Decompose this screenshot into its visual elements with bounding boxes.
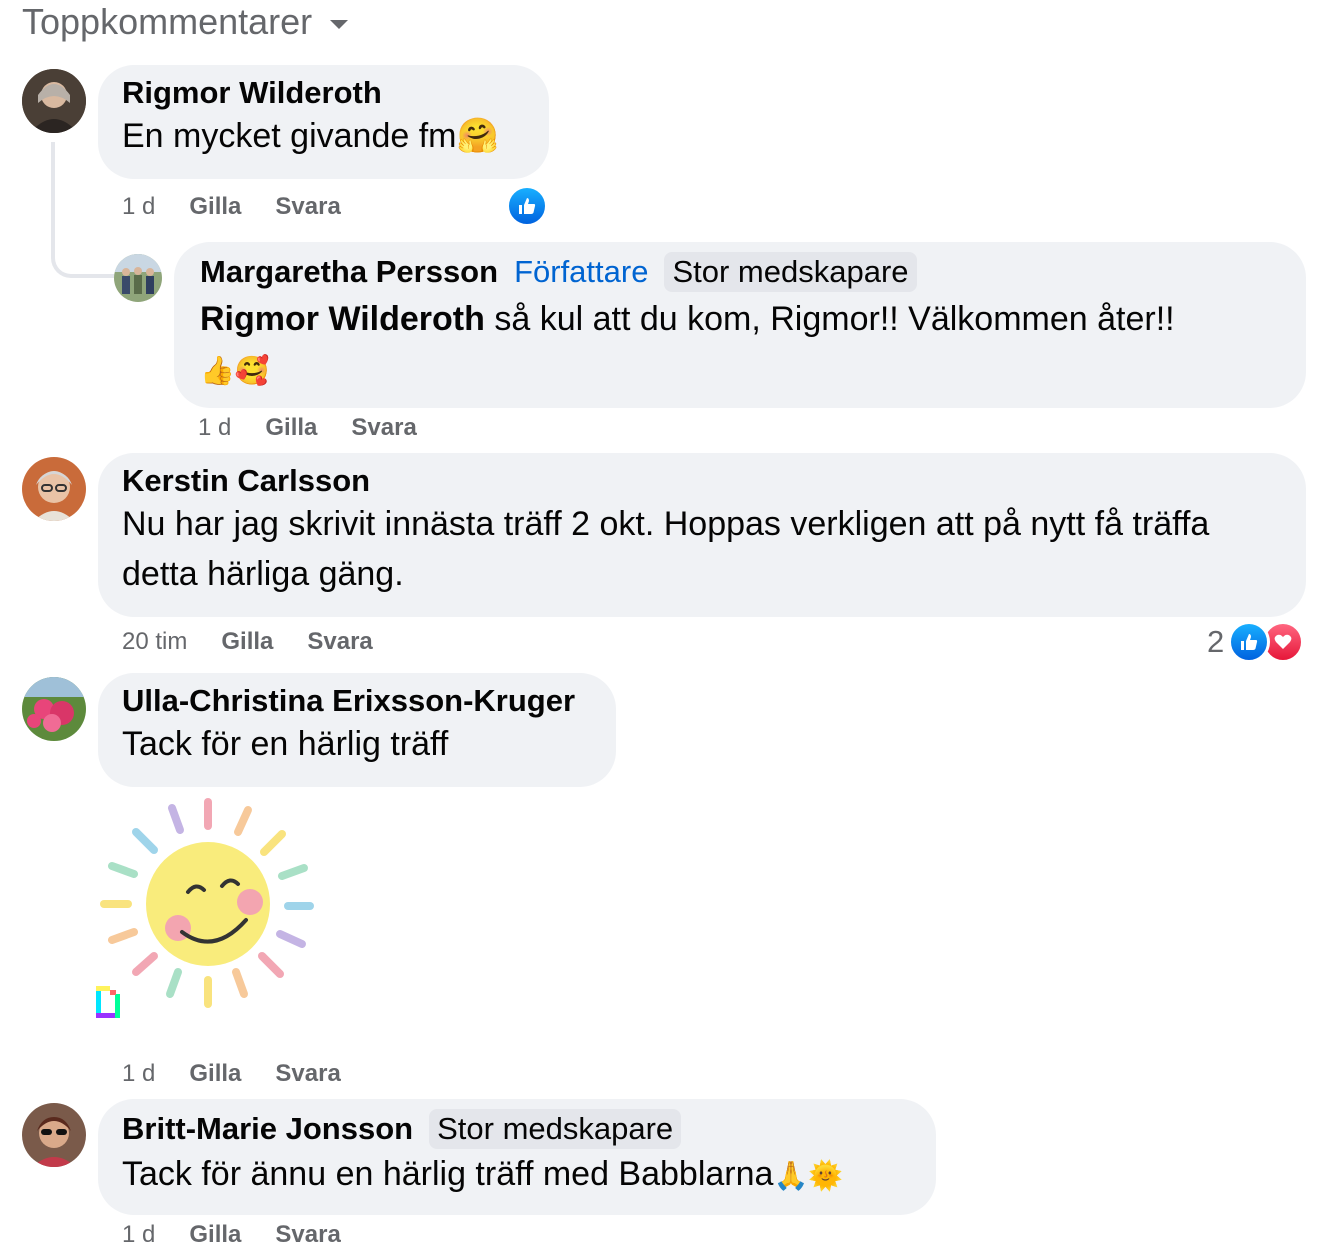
- pray-sun-emoji-icon: 🙏🌞: [773, 1160, 844, 1191]
- comment-bubble: Ulla-Christina Erixsson-Kruger Tack för …: [98, 673, 616, 787]
- like-button[interactable]: Gilla: [221, 628, 273, 656]
- timestamp[interactable]: 1 d: [122, 1060, 155, 1088]
- avatar[interactable]: [22, 69, 86, 133]
- comment-text: Tack för ännu en härlig träff med Babbla…: [122, 1155, 844, 1193]
- like-button[interactable]: Gilla: [265, 414, 317, 442]
- like-button[interactable]: Gilla: [189, 1221, 241, 1249]
- sort-dropdown[interactable]: Toppkommentarer: [22, 0, 349, 44]
- author-name[interactable]: Kerstin Carlsson: [122, 463, 1282, 499]
- timestamp[interactable]: 1 d: [122, 193, 155, 221]
- author-name[interactable]: Rigmor Wilderoth: [122, 75, 525, 111]
- like-reaction-icon[interactable]: [506, 185, 548, 227]
- comment-bubble: Kerstin Carlsson Nu har jag skrivit innä…: [98, 453, 1306, 617]
- comment-text: Nu har jag skrivit innästa träff 2 okt. …: [122, 505, 1210, 593]
- reply-bubble: Margaretha Persson Författare Stor medsk…: [174, 242, 1306, 408]
- reaction-count[interactable]: 2: [1207, 624, 1224, 660]
- contributor-badge: Stor medskapare: [664, 252, 917, 292]
- avatar[interactable]: [22, 1103, 86, 1167]
- reply-button[interactable]: Svara: [307, 628, 372, 656]
- author-name[interactable]: Ulla-Christina Erixsson-Kruger: [122, 683, 592, 719]
- comment-actions: 20 tim Gilla Svara: [122, 625, 407, 659]
- comment-text: Tack för en härlig träff: [122, 725, 449, 763]
- avatar-photo-icon: [22, 457, 86, 521]
- reply-button[interactable]: Svara: [275, 1060, 340, 1088]
- giphy-logo-icon: [94, 984, 122, 1020]
- avatar-photo-icon: [114, 254, 162, 302]
- mention-link[interactable]: Rigmor Wilderoth: [200, 300, 485, 338]
- chevron-down-icon: [330, 19, 349, 29]
- sun-sticker[interactable]: [96, 794, 320, 1014]
- author-badge: Författare: [514, 254, 649, 289]
- avatar[interactable]: [22, 677, 86, 741]
- comment-text: En mycket givande fm🤗: [122, 117, 499, 155]
- comment-actions: 1 d Gilla Svara: [122, 1218, 375, 1252]
- reply-button[interactable]: Svara: [351, 414, 416, 442]
- timestamp[interactable]: 20 tim: [122, 628, 187, 656]
- avatar[interactable]: [22, 457, 86, 521]
- comment-bubble: Rigmor Wilderoth En mycket givande fm🤗: [98, 65, 549, 179]
- timestamp[interactable]: 1 d: [198, 414, 231, 442]
- thumbs-up-heart-emoji-icon: 👍🥰: [200, 355, 270, 386]
- author-name[interactable]: Margaretha Persson: [200, 254, 498, 290]
- avatar-photo-icon: [22, 677, 86, 741]
- avatar-photo-icon: [22, 69, 86, 133]
- contributor-badge: Stor medskapare: [429, 1109, 682, 1149]
- comment-actions: 1 d Gilla Svara: [122, 190, 375, 224]
- reply-button[interactable]: Svara: [275, 1221, 340, 1249]
- author-name[interactable]: Britt-Marie Jonsson: [122, 1111, 413, 1147]
- timestamp[interactable]: 1 d: [122, 1221, 155, 1249]
- avatar[interactable]: [114, 254, 162, 302]
- reply-button[interactable]: Svara: [275, 193, 340, 221]
- comment-actions: 1 d Gilla Svara: [198, 411, 451, 445]
- hug-emoji-icon: 🤗: [456, 117, 499, 155]
- like-button[interactable]: Gilla: [189, 193, 241, 221]
- comment-bubble: Britt-Marie Jonsson Stor medskapare Tack…: [98, 1099, 936, 1215]
- like-reaction-icon[interactable]: [1228, 621, 1270, 663]
- avatar-photo-icon: [22, 1103, 86, 1167]
- like-button[interactable]: Gilla: [189, 1060, 241, 1088]
- smiling-sun-icon: [100, 798, 314, 1008]
- comment-text: Rigmor Wilderoth så kul att du kom, Rigm…: [200, 300, 1175, 386]
- comment-actions: 1 d Gilla Svara: [122, 1057, 375, 1091]
- sort-label: Toppkommentarer: [22, 1, 313, 42]
